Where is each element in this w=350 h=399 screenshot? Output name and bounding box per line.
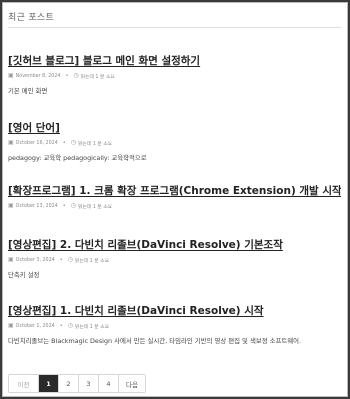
post-read-time: 읽는데 1 분 소요 (77, 204, 113, 210)
meta-separator: • (65, 73, 69, 79)
meta-separator: • (62, 203, 66, 209)
section-title: 최근 포스트 (8, 13, 55, 23)
post-entry: [확장프로그램] 1. 크롬 확장 프로그램(Chrome Extension)… (8, 184, 341, 210)
post-title-link[interactable]: [깃허브 블로그] 블로그 메인 화면 설정하기 (8, 54, 341, 68)
post-date: November 8, 2024 (15, 73, 61, 79)
calendar-icon: ▣ (8, 72, 14, 79)
post-meta: ▣ October 16, 2024 • ◷ 읽는데 1 분 소요 (8, 139, 341, 147)
post-date: October 13, 2024 (15, 203, 58, 209)
post-meta: ▣ October 13, 2024 • ◷ 읽는데 1 분 소요 (8, 202, 341, 210)
clock-icon: ◷ (67, 322, 73, 329)
pagination-page-4[interactable]: 4 (99, 375, 119, 392)
meta-separator: • (59, 323, 63, 329)
post-read-time: 읽는데 1 분 소요 (77, 141, 113, 147)
calendar-icon: ▣ (8, 256, 14, 263)
clock-icon: ◷ (70, 139, 76, 146)
post-excerpt: 기본 메인 화면 (8, 87, 48, 95)
clock-icon: ◷ (70, 202, 76, 209)
pagination-page-1[interactable]: 1 (39, 375, 59, 392)
pagination-page-3[interactable]: 3 (79, 375, 99, 392)
main-content: 최근 포스트 [깃허브 블로그] 블로그 메인 화면 설정하기 ▣ Novemb… (2, 2, 348, 397)
post-read-time: 읽는데 1 분 소요 (74, 258, 110, 264)
meta-separator: • (59, 257, 63, 263)
post-title-link[interactable]: [영어 단어] (8, 121, 341, 135)
pagination-prev-button[interactable]: 이전 (9, 375, 39, 392)
calendar-icon: ▣ (8, 322, 14, 329)
post-excerpt: pedagogy: 교육학 pedagogically: 교육학적으로 (8, 154, 147, 162)
post-read-time: 읽는데 1 분 소요 (80, 74, 115, 80)
post-date: October 16, 2024 (15, 140, 58, 146)
pagination: 이전 1 2 3 4 다음 (8, 374, 146, 393)
post-entry: [영상편집] 1. 다빈치 리졸브(DaVinci Resolve) 시작 ▣ … (8, 304, 341, 346)
post-read-time: 읽는데 1 분 소요 (74, 324, 110, 330)
post-date: October 3, 2024 (15, 257, 55, 263)
post-entry: [깃허브 블로그] 블로그 메인 화면 설정하기 ▣ November 8, 2… (8, 54, 341, 96)
clock-icon: ◷ (73, 72, 79, 79)
post-meta: ▣ October 3, 2024 • ◷ 읽는데 1 분 소요 (8, 256, 341, 264)
post-date: October 1, 2024 (15, 323, 55, 329)
post-excerpt: 단축키 설정 (8, 271, 40, 279)
post-excerpt: 다빈치리졸브는 Blackmagic Design 사에서 만든 실시간, 타임… (8, 337, 302, 345)
meta-separator: • (62, 140, 66, 146)
post-title-link[interactable]: [영상편집] 1. 다빈치 리졸브(DaVinci Resolve) 시작 (8, 304, 341, 318)
pagination-next-button[interactable]: 다음 (119, 375, 145, 392)
section-divider (8, 27, 341, 28)
post-meta: ▣ October 1, 2024 • ◷ 읽는데 1 분 소요 (8, 322, 341, 330)
post-meta: ▣ November 8, 2024 • ◷ 읽는데 1 분 소요 (8, 72, 341, 80)
clock-icon: ◷ (67, 256, 73, 263)
post-entry: [영상편집] 2. 다빈치 리졸브(DaVinci Resolve) 기본조작 … (8, 238, 341, 280)
pagination-page-2[interactable]: 2 (59, 375, 79, 392)
calendar-icon: ▣ (8, 139, 14, 146)
post-entry: [영어 단어] ▣ October 16, 2024 • ◷ 읽는데 1 분 소… (8, 121, 341, 163)
calendar-icon: ▣ (8, 202, 14, 209)
post-title-link[interactable]: [확장프로그램] 1. 크롬 확장 프로그램(Chrome Extension)… (8, 184, 341, 198)
post-title-link[interactable]: [영상편집] 2. 다빈치 리졸브(DaVinci Resolve) 기본조작 (8, 238, 341, 252)
